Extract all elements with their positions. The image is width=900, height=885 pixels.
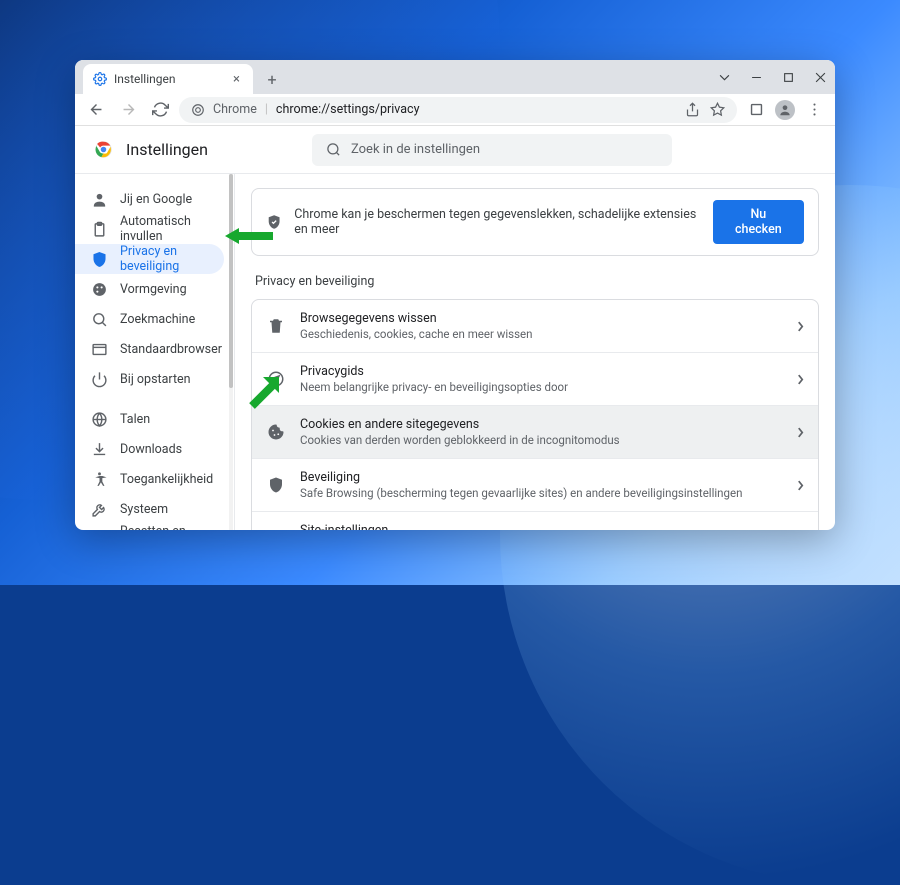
accessibility-icon [91,471,108,488]
sidebar-item-label: Downloads [120,442,182,457]
download-icon [91,441,108,458]
new-tab-button[interactable]: + [259,66,285,92]
sidebar-item-automatisch-invullen[interactable]: Automatisch invullen [75,214,224,244]
profile-avatar[interactable] [775,100,795,120]
share-icon[interactable] [685,102,700,117]
settings-row-beveiliging[interactable]: BeveiligingSafe Browsing (bescherming te… [252,459,818,512]
shield-icon [266,475,286,495]
search-icon [326,142,341,157]
row-title: Beveiliging [300,470,783,485]
omnibox-url: chrome://settings/privacy [276,102,420,117]
wrench-icon [91,501,108,518]
row-subtitle: Neem belangrijke privacy- en beveiliging… [300,380,783,394]
annotation-arrow-icon [225,228,275,244]
sidebar-item-label: Bij opstarten [120,372,191,387]
sidebar-item-jij-en-google[interactable]: Jij en Google [75,184,224,214]
sidebar-item-talen[interactable]: Talen [75,404,224,434]
close-tab-icon[interactable]: × [230,73,243,86]
sidebar-item-zoekmachine[interactable]: Zoekmachine [75,304,224,334]
chrome-logo-icon [95,141,112,158]
sidebar-item-toegankelijkheid[interactable]: Toegankelijkheid [75,464,224,494]
row-title: Browsegegevens wissen [300,311,783,326]
settings-search[interactable]: Zoek in de instellingen [312,134,672,166]
settings-card: Browsegegevens wissenGeschiedenis, cooki… [251,299,819,530]
tab-title: Instellingen [114,72,175,86]
forward-button[interactable] [115,97,141,123]
annotation-arrow-icon [245,373,285,413]
sidebar-item-systeem[interactable]: Systeem [75,494,224,524]
settings-row-site-instellingen[interactable]: Site-instellingenBeheert welke informati… [252,512,818,530]
browser-window: Instellingen × + Chrome | chrome://setti… [75,60,835,530]
settings-header: Instellingen Zoek in de instellingen [75,126,835,174]
section-title: Privacy en beveiliging [255,274,819,289]
row-title: Site-instellingen [300,523,783,530]
power-icon [91,371,108,388]
tab-strip: Instellingen × + [75,60,835,94]
person-icon [91,191,108,208]
settings-main: Chrome kan je beschermen tegen gegevensl… [235,174,835,530]
gear-icon [93,72,107,86]
sidebar-item-label: Zoekmachine [120,312,195,327]
search-icon [91,311,108,328]
bookmark-icon[interactable] [710,102,725,117]
page-content: Instellingen Zoek in de instellingen Jij… [75,126,835,530]
sidebar-item-label: Resetten en opruimen [120,524,212,530]
sidebar-item-downloads[interactable]: Downloads [75,434,224,464]
sidebar-item-label: Privacy en beveiliging [120,244,212,274]
trash-icon [266,316,286,336]
sidebar-item-label: Systeem [120,502,168,517]
page-title: Instellingen [126,140,208,159]
clipboard-icon [91,221,108,238]
browser-icon [91,341,108,358]
row-subtitle: Safe Browsing (bescherming tegen gevaarl… [300,486,783,500]
sidebar-item-standaardbrowser[interactable]: Standaardbrowser [75,334,224,364]
omnibox-prefix: Chrome [213,102,257,117]
minimize-button[interactable] [741,64,771,90]
settings-row-privacygids[interactable]: PrivacygidsNeem belangrijke privacy- en … [252,353,818,406]
extensions-icon[interactable] [743,97,769,123]
menu-button[interactable] [801,97,827,123]
reload-button[interactable] [147,97,173,123]
settings-row-cookies-en-andere-sitegegevens[interactable]: Cookies en andere sitegegevensCookies va… [252,406,818,459]
chrome-icon [191,103,205,117]
sidebar-scrollbar[interactable] [229,174,233,388]
maximize-button[interactable] [773,64,803,90]
chevron-right-icon [797,476,804,495]
sidebar-item-bij-opstarten[interactable]: Bij opstarten [75,364,224,394]
sidebar-item-label: Toegankelijkheid [120,472,213,487]
row-subtitle: Cookies van derden worden geblokkeerd in… [300,433,783,447]
banner-text: Chrome kan je beschermen tegen gegevensl… [294,207,700,237]
toolbar: Chrome | chrome://settings/privacy [75,94,835,126]
shield-icon [91,251,108,268]
globe-icon [91,411,108,428]
close-window-button[interactable] [805,64,835,90]
row-title: Privacygids [300,364,783,379]
row-title: Cookies en andere sitegegevens [300,417,783,432]
chevron-right-icon [797,423,804,442]
sidebar-item-resetten-en-opruimen[interactable]: Resetten en opruimen [75,524,224,530]
settings-sidebar: Jij en Google Automatisch invullenPrivacy… [75,174,235,530]
chevron-right-icon [797,370,804,389]
chevron-down-icon[interactable] [709,64,739,90]
chevron-right-icon [797,317,804,336]
row-subtitle: Geschiedenis, cookies, cache en meer wis… [300,327,783,341]
safety-check-button[interactable]: Nu checken [713,200,804,244]
sidebar-item-label: Jij en Google [120,192,192,207]
sidebar-item-privacy-en-beveiliging[interactable]: Privacy en beveiliging [75,244,224,274]
sidebar-item-label: Automatisch invullen [120,214,212,244]
cookie-icon [266,422,286,442]
sidebar-item-label: Talen [120,412,150,427]
sidebar-item-label: Vormgeving [120,282,187,297]
back-button[interactable] [83,97,109,123]
search-placeholder: Zoek in de instellingen [351,142,480,157]
sidebar-item-vormgeving[interactable]: Vormgeving [75,274,224,304]
browser-tab[interactable]: Instellingen × [83,64,253,94]
safety-check-banner: Chrome kan je beschermen tegen gegevensl… [251,188,819,256]
paint-icon [91,281,108,298]
sidebar-item-label: Standaardbrowser [120,342,222,357]
address-bar[interactable]: Chrome | chrome://settings/privacy [179,97,737,123]
settings-row-browsegegevens-wissen[interactable]: Browsegegevens wissenGeschiedenis, cooki… [252,300,818,353]
